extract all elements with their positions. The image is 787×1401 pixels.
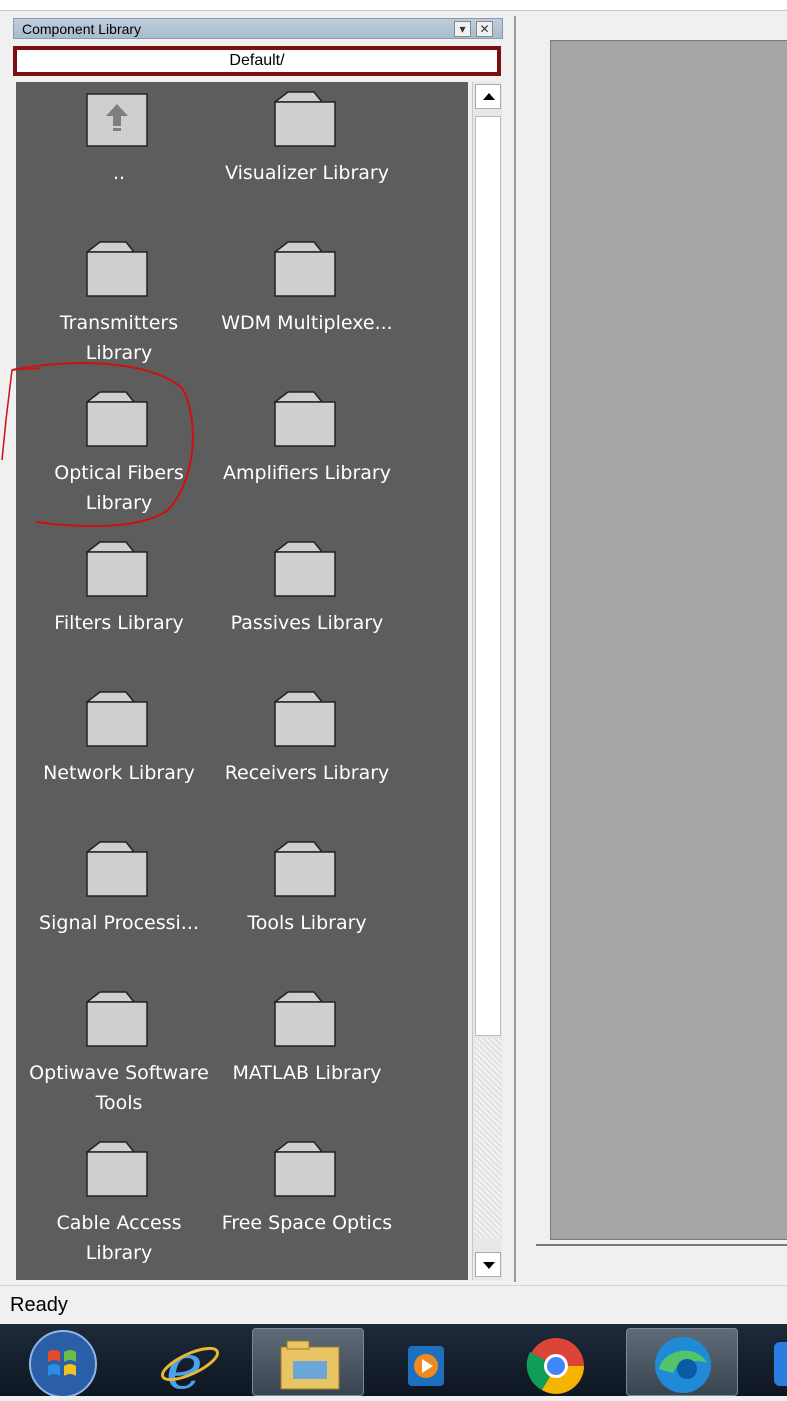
file-explorer-button[interactable]	[252, 1328, 364, 1396]
library-item-receivers[interactable]: Receivers Library	[212, 690, 402, 830]
taskbar: e	[0, 1324, 787, 1401]
library-item-tools[interactable]: Tools Library	[212, 840, 402, 980]
library-item-label: Amplifiers Library	[223, 462, 391, 484]
media-player-button[interactable]	[372, 1328, 484, 1396]
library-item-label: Free Space Optics	[221, 1212, 393, 1234]
library-item-label: Transmitters Library	[59, 312, 179, 364]
library-path: Default/	[229, 52, 285, 69]
library-item-label: WDM Multiplexe...	[221, 312, 393, 334]
folder-icon	[274, 1141, 336, 1197]
library-item-label: Network Library	[43, 762, 195, 784]
library-item-network[interactable]: Network Library	[24, 690, 214, 830]
scroll-thumb[interactable]	[475, 116, 501, 1036]
panel-dropdown-button[interactable]: ▾	[454, 21, 471, 37]
library-scrollbar[interactable]	[472, 82, 502, 1280]
folder-icon	[86, 1141, 148, 1197]
file-explorer-icon	[280, 1340, 340, 1390]
library-item-label: MATLAB Library	[232, 1062, 382, 1084]
library-item-transmitters[interactable]: Transmitters Library	[24, 240, 214, 380]
edge-icon	[655, 1337, 711, 1393]
top-edge	[0, 0, 787, 11]
app-icon	[774, 1342, 787, 1386]
library-path-bar[interactable]: Default/	[13, 46, 501, 76]
scroll-up-button[interactable]	[475, 84, 501, 109]
arrow-down-icon	[483, 1262, 495, 1269]
library-item-optiwave-tools[interactable]: Optiwave Software Tools	[24, 990, 214, 1130]
folder-icon	[86, 991, 148, 1047]
library-item-passives[interactable]: Passives Library	[212, 540, 402, 680]
folder-icon	[86, 391, 148, 447]
library-item-optical-fibers[interactable]: Optical Fibers Library	[24, 390, 214, 530]
folder-icon	[274, 991, 336, 1047]
library-item-free-space-optics[interactable]: Free Space Optics	[212, 1140, 402, 1280]
media-player-icon	[408, 1346, 444, 1386]
folder-icon	[274, 541, 336, 597]
windows-start-icon	[29, 1330, 97, 1398]
scroll-down-button[interactable]	[475, 1252, 501, 1277]
library-item-parent[interactable]: ..	[24, 90, 214, 230]
layout-canvas[interactable]	[550, 40, 787, 1240]
panel-titlebar[interactable]: Component Library ▾ ✕	[13, 18, 503, 39]
internet-explorer-button[interactable]: e	[140, 1328, 252, 1401]
folder-icon	[86, 241, 148, 297]
library-item-amplifiers[interactable]: Amplifiers Library	[212, 390, 402, 530]
library-item-label: Signal Processi...	[39, 912, 199, 934]
panel-close-button[interactable]: ✕	[476, 21, 493, 37]
arrow-up-icon	[483, 93, 495, 100]
taskbar-app-partial[interactable]	[760, 1328, 787, 1396]
library-item-label: Receivers Library	[224, 762, 390, 784]
library-item-cable-access[interactable]: Cable Access Library	[24, 1140, 214, 1280]
library-item-label: Tools Library	[247, 912, 367, 934]
library-item-signal-processing[interactable]: Signal Processi...	[24, 840, 214, 980]
library-item-filters[interactable]: Filters Library	[24, 540, 214, 680]
library-item-label: Visualizer Library	[225, 162, 389, 184]
library-item-label: ..	[112, 162, 126, 184]
canvas-divider	[536, 1244, 787, 1246]
library-item-wdm[interactable]: WDM Multiplexe...	[212, 240, 402, 380]
library-item-label: Optiwave Software Tools	[29, 1062, 209, 1114]
library-item-label: Filters Library	[54, 612, 184, 634]
component-library-panel: Component Library ▾ ✕ Default/ .. Visual…	[10, 16, 505, 1282]
folder-icon	[274, 241, 336, 297]
internet-explorer-icon: e	[160, 1330, 220, 1401]
edge-button[interactable]	[626, 1328, 738, 1396]
chrome-icon	[526, 1338, 584, 1394]
layout-canvas-frame	[514, 16, 787, 1282]
chrome-button[interactable]	[500, 1328, 612, 1396]
folder-icon	[86, 691, 148, 747]
library-item-label: Cable Access Library	[56, 1212, 182, 1264]
folder-icon	[274, 691, 336, 747]
library-item-label: Passives Library	[230, 612, 384, 634]
library-item-matlab[interactable]: MATLAB Library	[212, 990, 402, 1130]
folder-icon	[274, 391, 336, 447]
library-item-visualizer[interactable]: Visualizer Library	[212, 90, 402, 230]
parent-folder-icon	[86, 93, 148, 147]
windows-start-button[interactable]	[22, 1328, 104, 1398]
status-text: Ready	[10, 1294, 68, 1316]
folder-icon	[86, 841, 148, 897]
library-item-label: Optical Fibers Library	[54, 462, 184, 514]
panel-title: Component Library	[22, 21, 142, 37]
library-content: .. Visualizer Library Transmitters Libra…	[16, 82, 468, 1280]
folder-icon	[86, 541, 148, 597]
folder-icon	[274, 841, 336, 897]
folder-icon	[274, 91, 336, 147]
scroll-track[interactable]	[475, 1038, 501, 1238]
status-bar: Ready	[0, 1285, 787, 1324]
